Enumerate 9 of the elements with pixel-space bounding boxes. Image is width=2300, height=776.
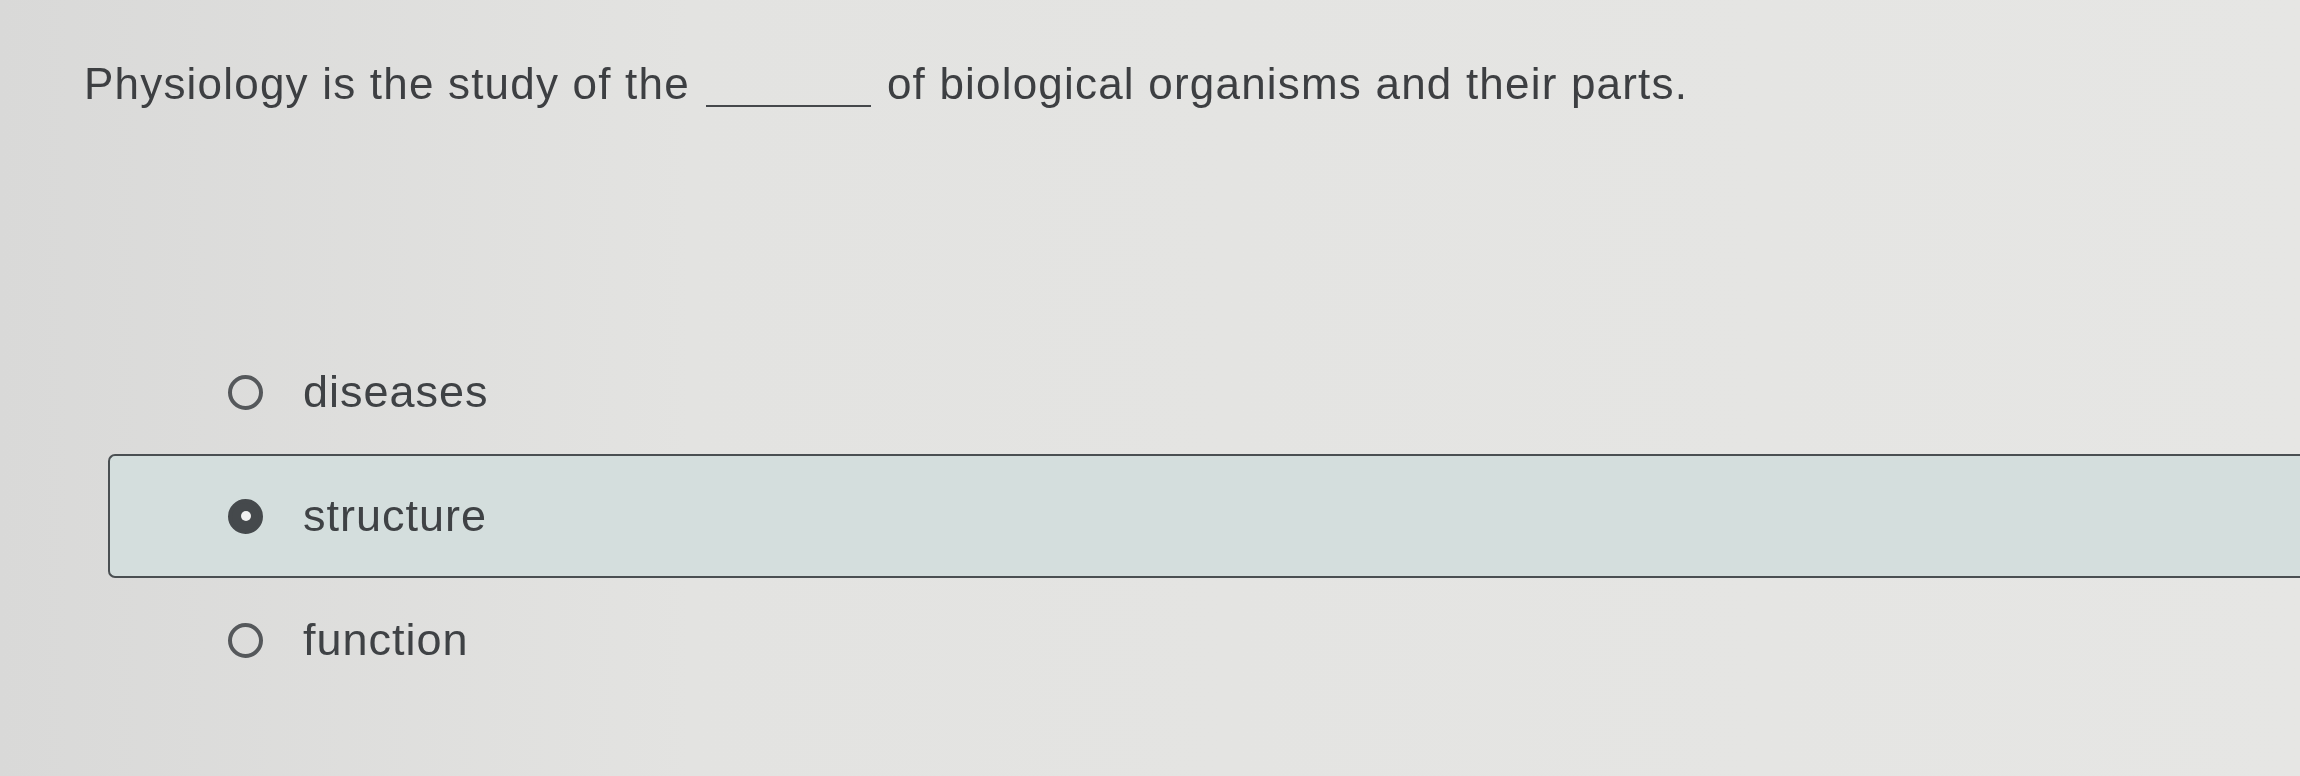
option-label[interactable]: diseases: [303, 365, 489, 419]
question-text: Physiology is the study of the: [84, 59, 690, 108]
question-text: of biological organisms and their parts.: [886, 59, 1689, 108]
radio-button[interactable]: [228, 622, 263, 658]
option-label[interactable]: structure: [303, 489, 488, 543]
radio-button[interactable]: [228, 498, 263, 534]
selected-option-panel[interactable]: structure: [108, 454, 2300, 578]
radio-button[interactable]: [228, 374, 263, 410]
option-label[interactable]: function: [303, 613, 469, 667]
